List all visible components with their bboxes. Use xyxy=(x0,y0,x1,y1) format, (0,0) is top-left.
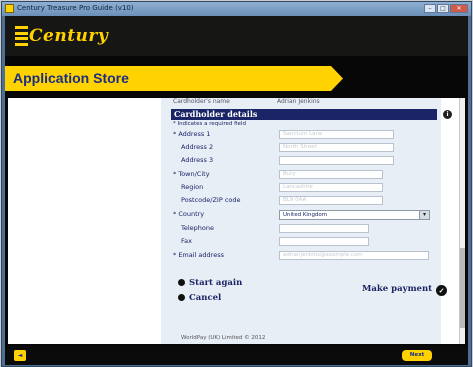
vertical-scrollbar[interactable] xyxy=(459,98,465,344)
scrollbar-thumb[interactable] xyxy=(460,248,465,328)
field-label: Address 3 xyxy=(181,156,214,164)
address-3-row: Address 3 xyxy=(173,156,423,167)
field-label: Region xyxy=(181,183,204,191)
century-logo: Century xyxy=(15,25,108,47)
address-1-input[interactable]: Sanctum Lane xyxy=(279,130,394,139)
field-label: * Email address xyxy=(173,251,224,259)
maximize-button[interactable]: □ xyxy=(437,4,449,13)
back-button[interactable]: ◄ xyxy=(14,350,26,361)
logo-bar: Century xyxy=(5,16,468,56)
minimize-button[interactable]: – xyxy=(424,4,436,13)
logo-stripes-icon xyxy=(15,26,28,46)
field-label: Address 2 xyxy=(181,143,214,151)
field-label: Postcode/ZIP code xyxy=(181,196,241,204)
telephone-row: Telephone xyxy=(173,224,423,235)
chevron-down-icon[interactable]: ▾ xyxy=(419,211,429,219)
email-input[interactable]: adrianjenkins@example.com xyxy=(279,251,429,260)
title-bar: Century Treasure Pro Guide (v10) – □ ✕ xyxy=(2,2,471,16)
application-window: Century Treasure Pro Guide (v10) – □ ✕ C… xyxy=(1,1,472,367)
start-again-link[interactable]: Start again xyxy=(178,278,242,288)
content-area: Cardholder's name Adrian Jenkins Cardhol… xyxy=(8,98,465,344)
fax-input[interactable] xyxy=(279,237,369,246)
field-label: * Country xyxy=(173,210,205,218)
country-value: United Kingdom xyxy=(283,212,328,218)
postcode-row: Postcode/ZIP code BL9 0AA xyxy=(173,196,423,207)
fax-row: Fax xyxy=(173,237,423,248)
bullet-icon xyxy=(178,294,185,301)
field-label: Telephone xyxy=(181,224,215,232)
make-payment-button[interactable]: Make payment ✓ xyxy=(362,284,448,296)
previous-field-row: Cardholder's name Adrian Jenkins xyxy=(171,98,431,106)
app-icon xyxy=(5,4,14,13)
close-button[interactable]: ✕ xyxy=(450,4,468,13)
previous-field-value: Adrian Jenkins xyxy=(277,98,320,105)
country-row: * Country United Kingdom ▾ xyxy=(173,210,430,221)
help-icon[interactable]: i xyxy=(443,110,452,119)
bottom-bar: ◄ Next xyxy=(5,346,468,365)
field-label: Fax xyxy=(181,237,192,245)
telephone-input[interactable] xyxy=(279,224,369,233)
address-2-row: Address 2 North Street xyxy=(173,143,423,154)
town-row: * Town/City Bury xyxy=(173,170,423,181)
region-row: Region Lancashire xyxy=(173,183,423,194)
email-row: * Email address adrianjenkins@example.co… xyxy=(173,251,429,262)
required-note: * Indicates a required field xyxy=(173,121,246,127)
window-controls: – □ ✕ xyxy=(424,4,468,13)
country-select[interactable]: United Kingdom ▾ xyxy=(279,210,430,220)
previous-field-label: Cardholder's name xyxy=(173,98,230,105)
field-label: * Town/City xyxy=(173,170,210,178)
checkmark-icon: ✓ xyxy=(436,285,448,296)
field-label: * Address 1 xyxy=(173,130,211,138)
section-title: Cardholder details xyxy=(174,109,258,119)
payment-form: Cardholder's name Adrian Jenkins Cardhol… xyxy=(161,98,452,344)
section-banner: Application Store xyxy=(5,66,343,91)
window-title: Century Treasure Pro Guide (v10) xyxy=(17,4,134,12)
address-3-input[interactable] xyxy=(279,156,394,165)
bullet-icon xyxy=(178,279,185,286)
app-frame: Century Application Store Cardholder's n… xyxy=(5,16,468,365)
cancel-link[interactable]: Cancel xyxy=(178,293,221,303)
town-input[interactable]: Bury xyxy=(279,170,383,179)
section-header: Cardholder details xyxy=(171,109,437,120)
postcode-input[interactable]: BL9 0AA xyxy=(279,196,383,205)
address-1-row: * Address 1 Sanctum Lane xyxy=(173,130,423,141)
next-button[interactable]: Next xyxy=(402,350,432,361)
logo-wordmark: Century xyxy=(29,26,109,46)
page-title: Application Store xyxy=(13,70,129,86)
region-input[interactable]: Lancashire xyxy=(279,183,383,192)
copyright-note: WorldPay (UK) Limited © 2012 xyxy=(181,335,266,341)
address-2-input[interactable]: North Street xyxy=(279,143,394,152)
